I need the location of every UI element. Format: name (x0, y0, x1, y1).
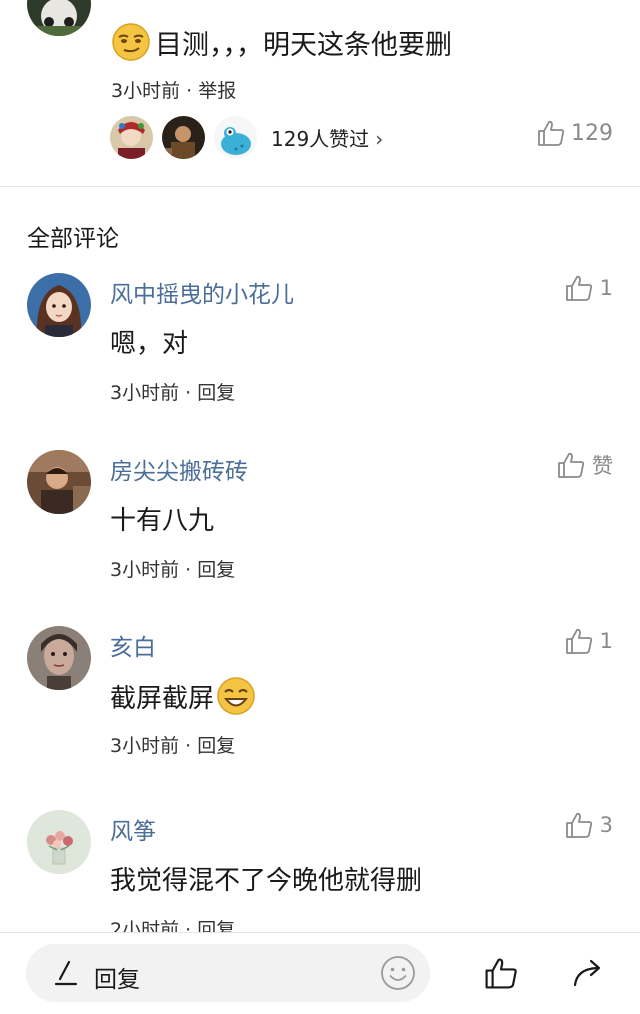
comment-text-content: 目测，，，明天这条他要删 (155, 29, 452, 61)
thumbs-up-icon[interactable] (483, 955, 519, 995)
comment-text: 我觉得混不了今晚他就得删 (110, 860, 422, 897)
reply-link[interactable]: 回复 (197, 735, 235, 757)
meta-separator: · (179, 559, 198, 581)
comment-meta: 3小时前 · 回复 (110, 378, 235, 405)
avatar[interactable] (27, 0, 91, 36)
laughing-face-icon (216, 676, 256, 716)
reply-link[interactable]: 回复 (197, 559, 235, 581)
report-link[interactable]: 举报 (198, 80, 236, 102)
comment-meta: 3小时前 · 回复 (110, 555, 235, 582)
like-button[interactable]: 赞 (556, 450, 613, 480)
avatar[interactable] (27, 450, 91, 514)
comment-item: 亥白 截屏截屏 3小时前 · 回复 1 (0, 626, 640, 786)
share-icon[interactable] (571, 955, 607, 995)
like-button[interactable]: 3 (564, 810, 613, 840)
pencil-icon (54, 959, 80, 991)
comment-text-content: 我觉得混不了今晚他就得删 (110, 866, 423, 896)
section-title: 全部评论 (27, 226, 119, 252)
comment-meta: 3小时前 · 举报 (111, 76, 236, 103)
smirk-face-icon (111, 22, 151, 62)
avatar[interactable] (27, 810, 91, 874)
section-divider (0, 186, 640, 187)
reply-placeholder: 回复 (94, 967, 140, 993)
thumbs-up-icon (558, 452, 585, 478)
comment-text-content: 嗯，对 (110, 329, 189, 359)
chevron-right-icon: › (375, 126, 384, 151)
avatar[interactable] (27, 273, 91, 337)
comment-text: 目测，，，明天这条他要删 (111, 22, 452, 62)
comment-username[interactable]: 房尖尖搬砖砖 (110, 452, 248, 486)
comment-time: 3小时前 (111, 80, 181, 102)
like-count: 1 (599, 276, 613, 300)
comment-item: 房尖尖搬砖砖 十有八九 3小时前 · 回复 赞 (0, 450, 640, 610)
avatar[interactable] (27, 626, 91, 690)
like-count: 129 (571, 120, 613, 146)
comment-text: 十有八九 (110, 500, 214, 537)
comment-text-content: 截屏截屏 (110, 683, 215, 714)
thumbs-up-icon (565, 812, 592, 838)
thumbs-up-icon (565, 275, 592, 301)
comment-time: 3小时前 (110, 559, 180, 581)
likers-summary[interactable]: 129人赞过 › (271, 123, 383, 152)
likers-row[interactable]: 129人赞过 › (110, 115, 383, 159)
reply-input[interactable]: 回复 (26, 944, 430, 1002)
comment-text: 嗯，对 (110, 323, 188, 360)
comment-item: 风中摇曳的小花儿 嗯，对 3小时前 · 回复 1 (0, 273, 640, 433)
meta-separator: · (179, 382, 198, 404)
meta-separator: · (180, 80, 199, 102)
liker-avatar (214, 115, 257, 159)
liker-avatar (110, 115, 153, 159)
bottom-action-bar: 回复 (0, 932, 640, 1014)
likers-summary-text: 129人赞过 (271, 126, 370, 151)
like-count: 1 (599, 629, 613, 653)
reply-link[interactable]: 回复 (197, 382, 235, 404)
like-count: 3 (599, 813, 613, 837)
comment-username[interactable]: 风中摇曳的小花儿 (110, 275, 294, 309)
like-label: 赞 (592, 454, 613, 478)
like-button[interactable]: 1 (564, 626, 613, 656)
comment-time: 3小时前 (110, 735, 180, 757)
comment-text: 截屏截屏 (110, 676, 256, 716)
comment-username[interactable]: 亥白 (110, 628, 156, 662)
thumbs-up-icon (538, 120, 565, 146)
like-button[interactable]: 1 (564, 273, 613, 303)
comment-text-content: 十有八九 (110, 506, 215, 536)
emoji-icon[interactable] (380, 955, 416, 995)
comment-username[interactable]: 风筝 (110, 812, 156, 846)
liker-avatar (162, 115, 205, 159)
like-button[interactable]: 129 (536, 118, 613, 148)
comment-time: 3小时前 (110, 382, 180, 404)
meta-separator: · (179, 735, 198, 757)
thumbs-up-icon (565, 628, 592, 654)
comment-meta: 3小时前 · 回复 (110, 731, 235, 758)
